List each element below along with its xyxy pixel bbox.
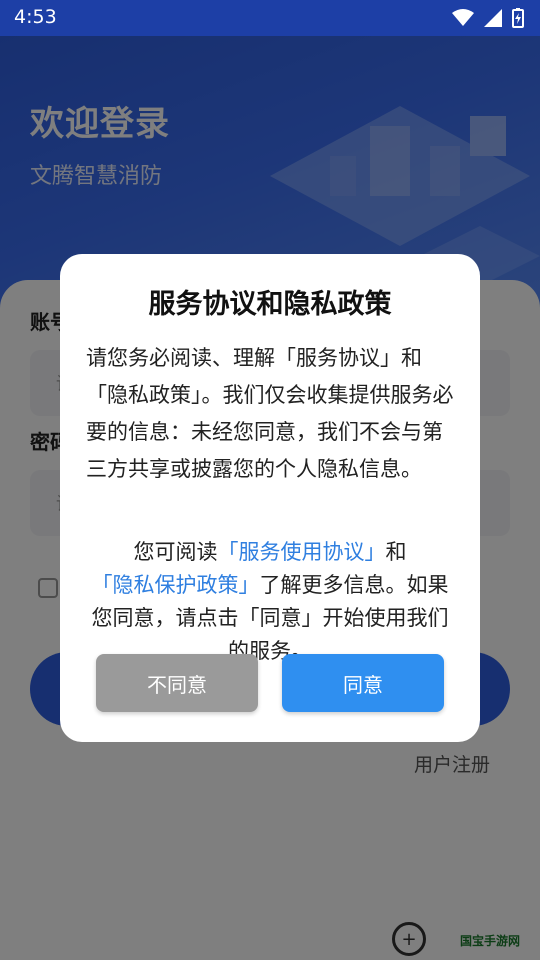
- service-agreement-link[interactable]: 「服务使用协议」: [218, 540, 386, 564]
- privacy-policy-link[interactable]: 「隐私保护政策」: [92, 573, 260, 597]
- more-info-prefix: 您可阅读: [133, 540, 218, 564]
- disagree-button[interactable]: 不同意: [96, 654, 258, 712]
- signal-icon: [484, 9, 502, 27]
- dialog-message: 请您务必阅读、理解「服务协议」和「隐私政策」。我们仅会收集提供服务必要的信息：未…: [86, 346, 454, 481]
- battery-charging-icon: [512, 8, 524, 28]
- login-screen: 4:53 欢迎登录 文腾智慧消防 账号 请 密码: [0, 0, 540, 960]
- dialog-title: 服务协议和隐私政策: [148, 289, 392, 320]
- wifi-icon: [452, 9, 474, 27]
- status-bar: 4:53: [0, 0, 540, 36]
- privacy-dialog: 服务协议和隐私政策 请您务必阅读、理解「服务协议」和「隐私政策」。我们仅会收集提…: [60, 254, 480, 742]
- status-icons: [452, 8, 524, 28]
- dialog-more-info: 您可阅读「服务使用协议」和 「隐私保护政策」了解更多信息。如果您同意，请点击「同意…: [82, 536, 458, 668]
- agree-button[interactable]: 同意: [282, 654, 444, 712]
- status-time: 4:53: [14, 6, 57, 28]
- more-info-and: 和: [385, 540, 407, 564]
